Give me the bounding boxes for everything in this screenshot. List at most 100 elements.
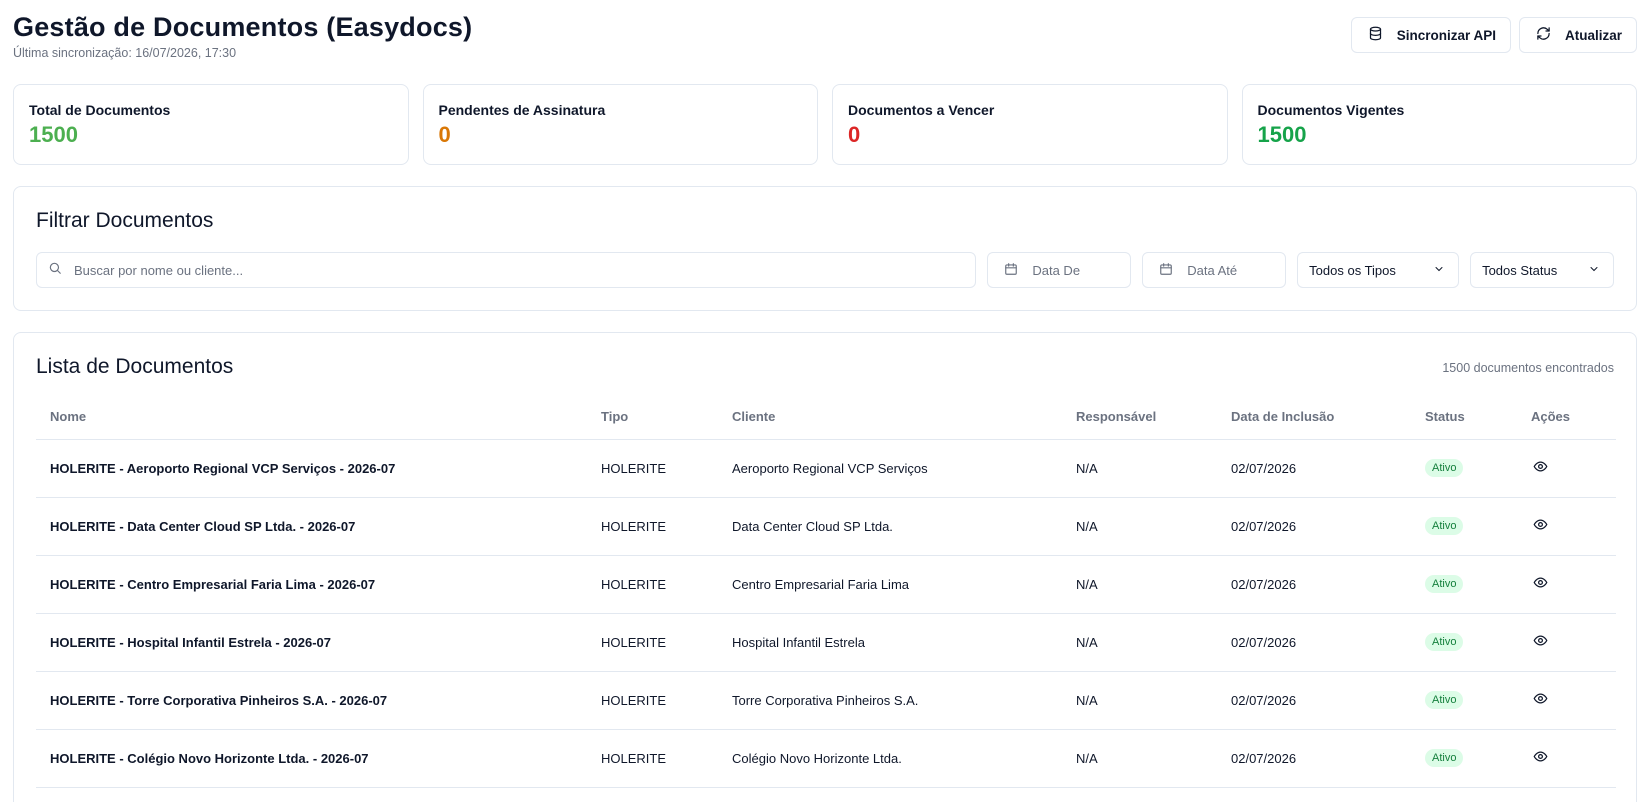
eye-icon[interactable] xyxy=(1533,517,1548,532)
status-badge: Ativo xyxy=(1425,749,1464,767)
stat-value: 0 xyxy=(438,122,451,147)
column-header-status[interactable]: Status xyxy=(1411,395,1517,440)
sync-api-button[interactable]: Sincronizar API xyxy=(1350,17,1511,53)
column-header-type[interactable]: Tipo xyxy=(587,395,718,440)
column-header-date[interactable]: Data de Inclusão xyxy=(1217,395,1411,440)
document-actions xyxy=(1517,555,1616,614)
eye-icon[interactable] xyxy=(1533,691,1548,706)
document-type: HOLERITE xyxy=(587,439,718,498)
document-status-cell: Ativo xyxy=(1411,671,1517,730)
document-list-card: Lista de Documentos 1500 documentos enco… xyxy=(13,332,1637,802)
document-date: 02/07/2026 xyxy=(1217,671,1411,730)
table-row[interactable]: HOLERITE - Hospital Infantil Estrela - 2… xyxy=(36,613,1616,672)
search-input[interactable] xyxy=(74,262,954,278)
stat-card-pending: Pendentes de Assinatura 0 xyxy=(422,84,818,165)
document-status-cell: Ativo xyxy=(1411,729,1517,788)
column-header-client[interactable]: Cliente xyxy=(718,395,1062,440)
status-select[interactable]: Todos Status xyxy=(1470,252,1614,288)
document-type: HOLERITE xyxy=(587,497,718,556)
eye-icon[interactable] xyxy=(1533,575,1548,590)
status-badge: Ativo xyxy=(1425,575,1464,593)
column-header-name[interactable]: Nome xyxy=(36,395,587,440)
search-box[interactable] xyxy=(36,252,977,288)
documents-count: 1500 documentos encontrados xyxy=(1442,361,1614,375)
filter-title: Filtrar Documentos xyxy=(36,209,214,232)
document-client: Aeroporto Regional VCP Serviços xyxy=(718,439,1062,498)
list-title: Lista de Documentos xyxy=(36,355,234,378)
stat-card-active: Documentos Vigentes 1500 xyxy=(1241,84,1637,165)
eye-icon[interactable] xyxy=(1533,633,1548,648)
document-date: 02/07/2026 xyxy=(1217,613,1411,672)
page-header: Gestão de Documentos (Easydocs) Última s… xyxy=(13,10,472,60)
refresh-label: Atualizar xyxy=(1564,27,1622,43)
document-owner: N/A xyxy=(1062,729,1217,788)
status-badge: Ativo xyxy=(1425,459,1464,477)
table-row[interactable]: HOLERITE - Centro Empresarial Faria Lima… xyxy=(36,555,1616,614)
stats-row: Total de Documentos 1500 Pendentes de As… xyxy=(13,84,1637,165)
document-name: HOLERITE - Centro Empresarial Faria Lima… xyxy=(36,555,587,614)
calendar-icon xyxy=(1004,262,1018,279)
chevron-down-icon xyxy=(1433,263,1445,278)
date-to-picker[interactable]: Data Até xyxy=(1142,252,1287,288)
document-status-cell: Ativo xyxy=(1411,497,1517,556)
table-row[interactable]: HOLERITE - Aeroporto Regional VCP Serviç… xyxy=(36,439,1616,498)
document-date: 02/07/2026 xyxy=(1217,555,1411,614)
column-header-actions: Ações xyxy=(1517,395,1616,440)
document-client: Torre Corporativa Pinheiros S.A. xyxy=(718,671,1062,730)
status-select-value: Todos Status xyxy=(1482,262,1558,278)
sync-api-label: Sincronizar API xyxy=(1396,27,1496,43)
stat-label: Documentos a Vencer xyxy=(848,102,995,118)
filters-row: Data De Data Até Todos os Tipos Todos St… xyxy=(36,252,1614,288)
table-row[interactable]: HOLERITE - Torre Corporativa Pinheiros S… xyxy=(36,671,1616,730)
stat-value: 1500 xyxy=(1257,122,1307,147)
document-type: HOLERITE xyxy=(587,613,718,672)
status-badge: Ativo xyxy=(1425,633,1464,651)
calendar-icon xyxy=(1159,262,1173,279)
document-status-cell: Ativo xyxy=(1411,613,1517,672)
table-row[interactable]: HOLERITE - Colégio Novo Horizonte Ltda. … xyxy=(36,729,1616,788)
eye-icon[interactable] xyxy=(1533,749,1548,764)
eye-icon[interactable] xyxy=(1533,459,1548,474)
stat-label: Pendentes de Assinatura xyxy=(438,102,606,118)
top-actions: Sincronizar API Atualizar xyxy=(1350,17,1637,53)
document-name: HOLERITE - Aeroporto Regional VCP Serviç… xyxy=(36,439,587,498)
document-client: Data Center Cloud SP Ltda. xyxy=(718,497,1062,556)
stat-card-total: Total de Documentos 1500 xyxy=(13,84,409,165)
last-sync-info: Última sincronização: 16/07/2026, 17:30 xyxy=(13,46,237,60)
refresh-button[interactable]: Atualizar xyxy=(1518,17,1637,53)
document-type: HOLERITE xyxy=(587,555,718,614)
date-from-picker[interactable]: Data De xyxy=(987,252,1132,288)
document-actions xyxy=(1517,497,1616,556)
refresh-icon xyxy=(1536,26,1551,44)
document-name: HOLERITE - Hospital Infantil Estrela - 2… xyxy=(36,613,587,672)
stat-value: 1500 xyxy=(29,122,78,147)
date-to-label: Data Até xyxy=(1187,262,1238,278)
document-owner: N/A xyxy=(1062,555,1217,614)
stat-value: 0 xyxy=(848,122,861,147)
document-status-cell: Ativo xyxy=(1411,555,1517,614)
document-client: Centro Empresarial Faria Lima xyxy=(718,555,1062,614)
document-client: Hospital Infantil Estrela xyxy=(718,613,1062,672)
document-actions xyxy=(1517,613,1616,672)
page-title: Gestão de Documentos (Easydocs) xyxy=(13,12,473,42)
document-date: 02/07/2026 xyxy=(1217,497,1411,556)
column-header-owner[interactable]: Responsável xyxy=(1062,395,1217,440)
stat-label: Total de Documentos xyxy=(29,102,171,118)
filter-card: Filtrar Documentos Data De Data Até Todo… xyxy=(13,186,1637,311)
document-type: HOLERITE xyxy=(587,729,718,788)
document-name: HOLERITE - Data Center Cloud SP Ltda. - … xyxy=(36,497,587,556)
stat-label: Documentos Vigentes xyxy=(1257,102,1405,118)
status-badge: Ativo xyxy=(1425,517,1464,535)
document-owner: N/A xyxy=(1062,671,1217,730)
document-date: 02/07/2026 xyxy=(1217,729,1411,788)
documents-table: Nome Tipo Cliente Responsável Data de In… xyxy=(36,395,1616,788)
document-actions xyxy=(1517,729,1616,788)
document-actions xyxy=(1517,439,1616,498)
table-row[interactable]: HOLERITE - Data Center Cloud SP Ltda. - … xyxy=(36,497,1616,556)
document-name: HOLERITE - Torre Corporativa Pinheiros S… xyxy=(36,671,587,730)
type-select-value: Todos os Tipos xyxy=(1309,262,1396,278)
database-icon xyxy=(1368,26,1383,44)
type-select[interactable]: Todos os Tipos xyxy=(1297,252,1460,288)
chevron-down-icon xyxy=(1588,263,1600,278)
document-date: 02/07/2026 xyxy=(1217,439,1411,498)
